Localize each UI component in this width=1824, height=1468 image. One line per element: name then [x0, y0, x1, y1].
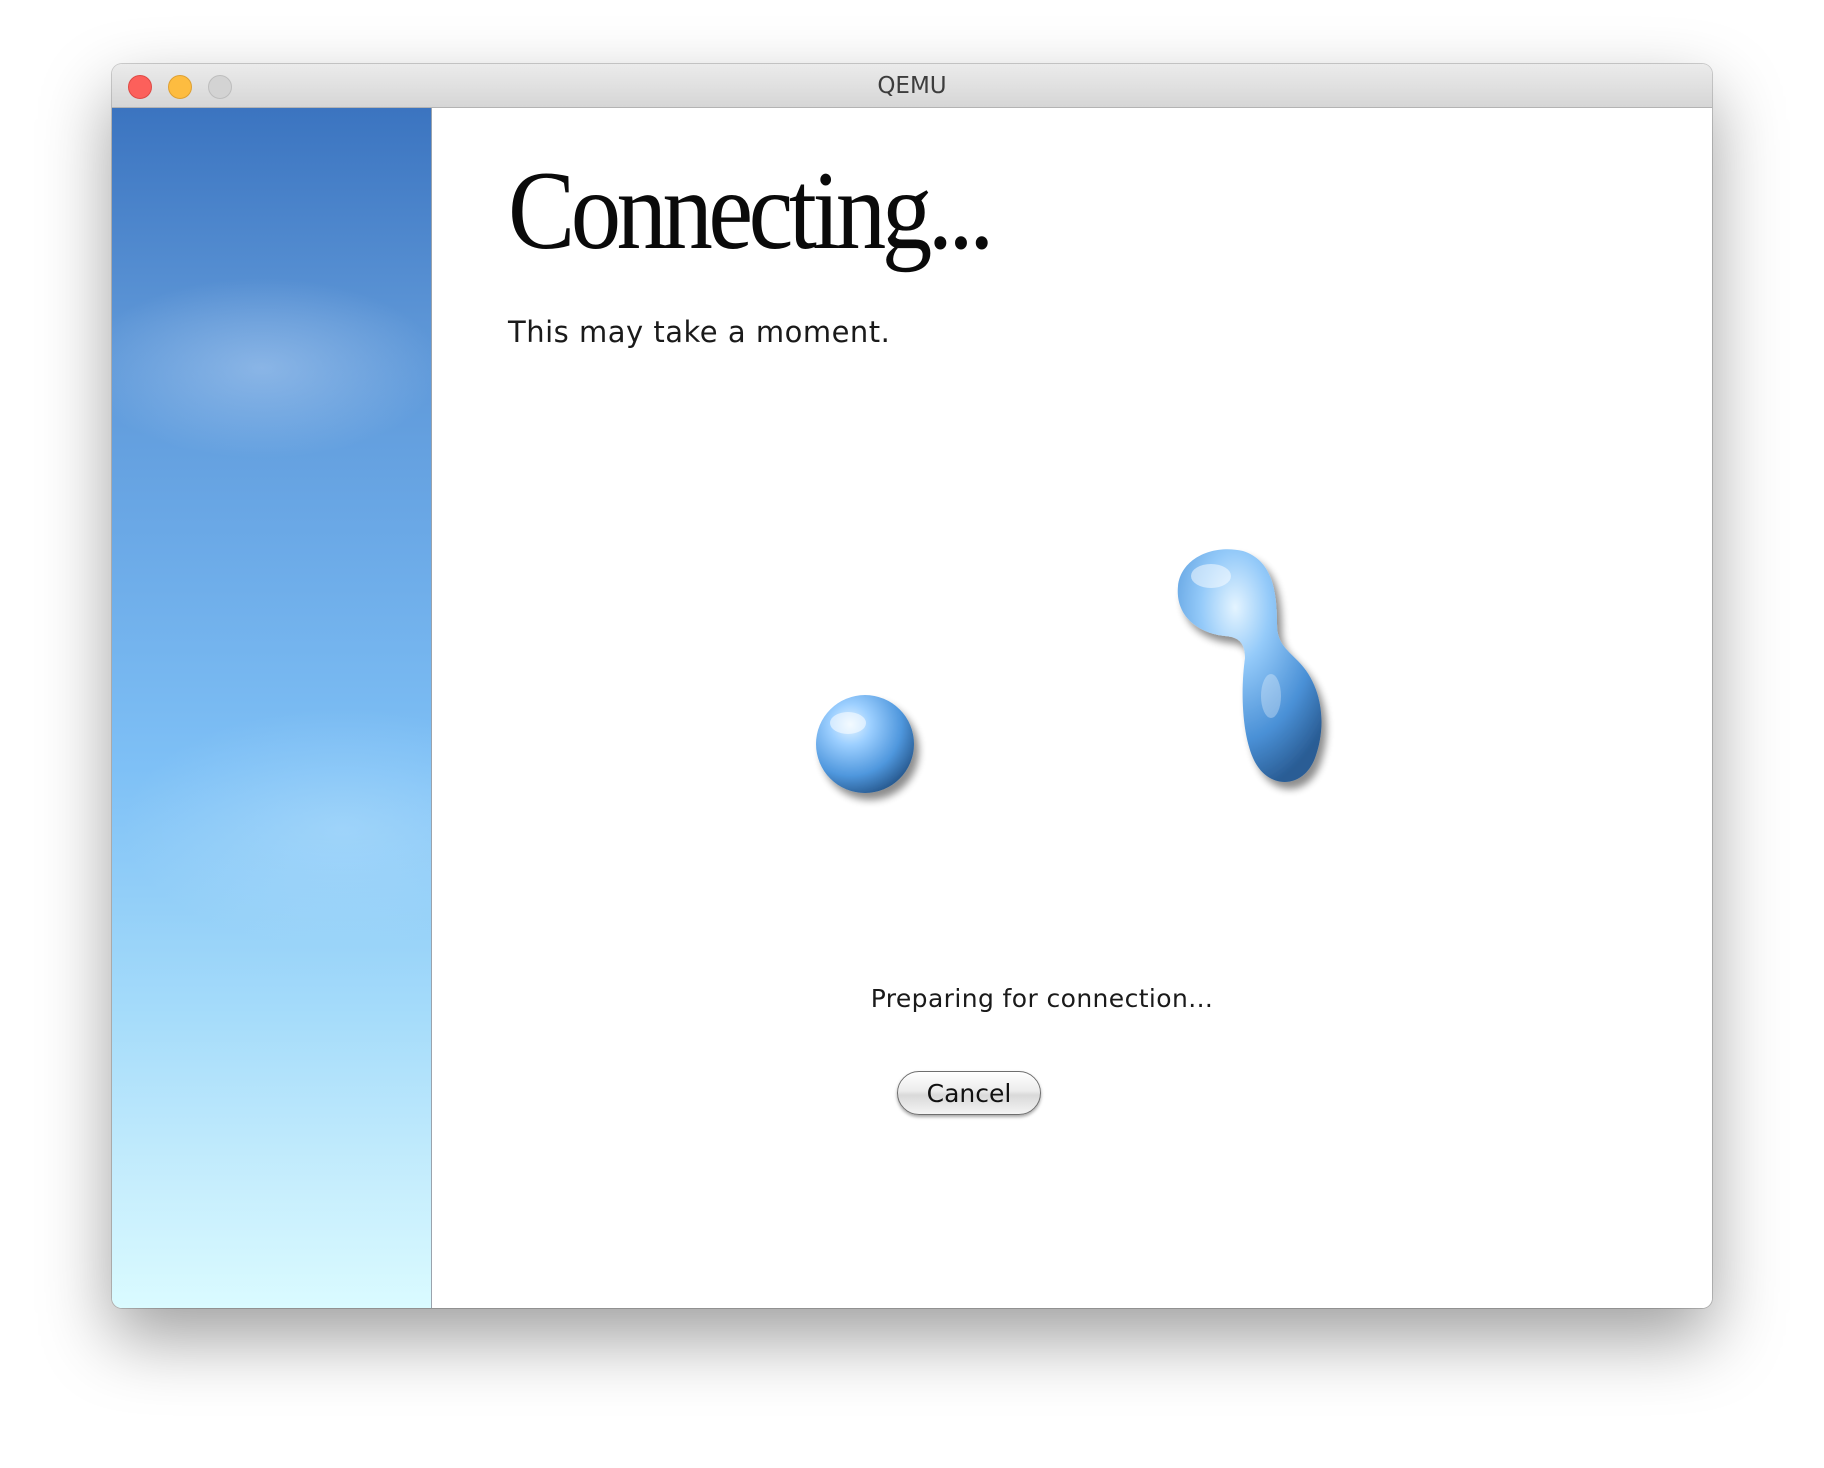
- page-title: Connecting...: [508, 149, 994, 273]
- splitting-droplet-icon: [1177, 549, 1322, 782]
- title-bar[interactable]: QEMU: [112, 64, 1712, 108]
- droplet-icon: [816, 695, 914, 793]
- main-panel: Connecting... This may take a moment. Pr…: [433, 108, 1712, 1308]
- window-content: Connecting... This may take a moment. Pr…: [112, 108, 1712, 1308]
- page-subtitle: This may take a moment.: [508, 315, 891, 349]
- window-title: QEMU: [877, 73, 947, 99]
- qemu-window: QEMU Connecting... This may take a momen…: [112, 64, 1712, 1308]
- connection-animation: [816, 549, 1322, 793]
- status-text: Preparing for connection...: [870, 984, 1214, 1013]
- sky-sidebar-image: [112, 108, 432, 1308]
- cancel-button[interactable]: Cancel: [897, 1071, 1041, 1115]
